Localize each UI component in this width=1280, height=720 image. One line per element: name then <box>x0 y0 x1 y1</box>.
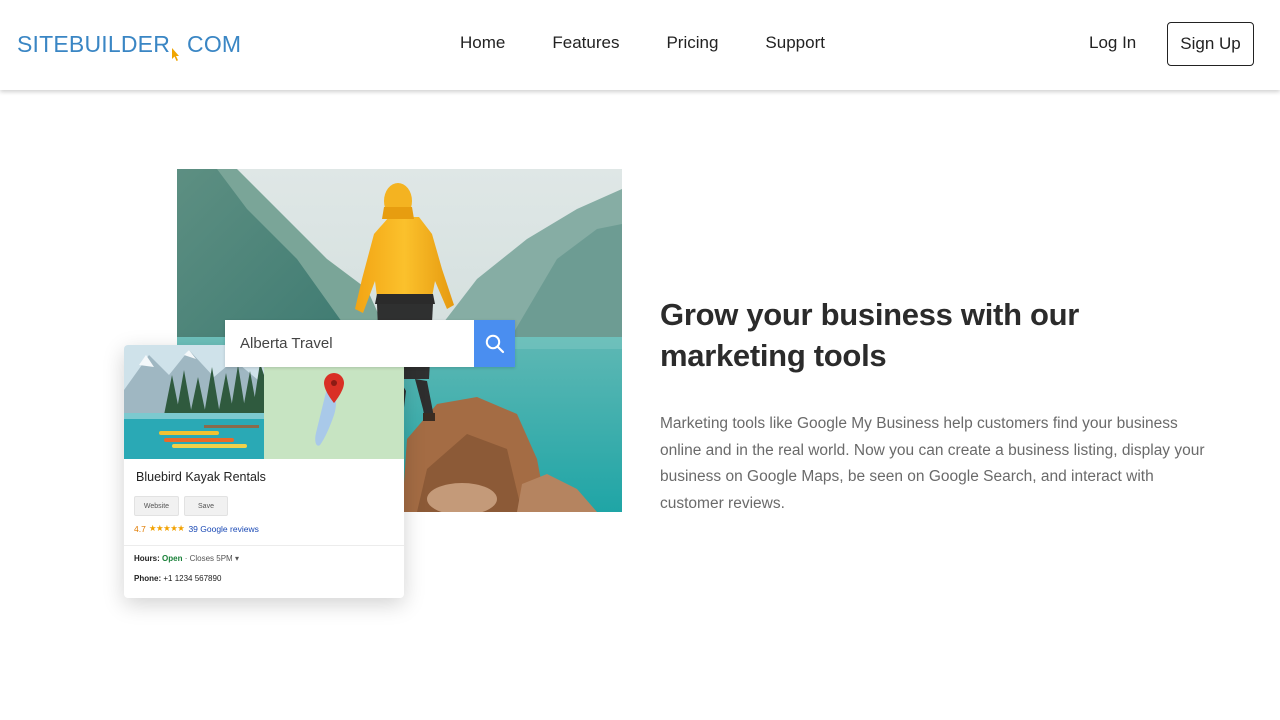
nav-features[interactable]: Features <box>552 33 619 53</box>
site-logo[interactable]: SITEBUILDER COM <box>17 31 242 61</box>
rating-stars-icon: ★★★★★ <box>148 523 185 533</box>
site-header: SITEBUILDER COM Home Features Pricing Su… <box>0 0 1280 90</box>
cursor-icon <box>172 48 180 61</box>
logo-text-com: COM <box>187 31 242 57</box>
signup-button[interactable]: Sign Up <box>1167 22 1254 66</box>
login-link[interactable]: Log In <box>1089 33 1136 53</box>
nav-support[interactable]: Support <box>765 33 825 53</box>
logo-text-main: SITEBUILDER <box>17 31 171 57</box>
hours-status: Open <box>162 554 183 563</box>
listing-rating: 4.7 ★★★★★ 39 Google reviews <box>134 523 259 534</box>
page-body-text: Marketing tools like Google My Business … <box>660 415 1205 512</box>
listing-save-button[interactable]: Save <box>184 496 228 516</box>
search-button[interactable] <box>474 320 515 367</box>
search-input[interactable] <box>225 320 474 367</box>
main-nav: Home Features Pricing Support <box>460 33 872 53</box>
page-headline: Grow your business with our marketing to… <box>660 297 1080 373</box>
phone-value: +1 1234 567890 <box>163 574 222 583</box>
listing-website-button[interactable]: Website <box>134 496 179 516</box>
nav-home[interactable]: Home <box>460 33 505 53</box>
search-icon <box>485 334 504 353</box>
hours-label: Hours: <box>134 554 160 563</box>
listing-phone: Phone: +1 1234 567890 <box>134 574 221 583</box>
card-divider <box>124 545 404 546</box>
reviews-link[interactable]: 39 Google reviews <box>188 524 258 534</box>
nav-pricing[interactable]: Pricing <box>666 33 718 53</box>
search-bar <box>225 320 515 367</box>
listing-name: Bluebird Kayak Rentals <box>136 470 266 484</box>
listing-hours: Hours: Open · Closes 5PM ▾ <box>134 554 239 563</box>
hours-closes[interactable]: · Closes 5PM ▾ <box>185 554 239 563</box>
rating-value: 4.7 <box>134 523 146 534</box>
phone-label: Phone: <box>134 574 162 583</box>
business-listing-card: Bluebird Kayak Rentals Website Save 4.7 … <box>124 345 404 598</box>
